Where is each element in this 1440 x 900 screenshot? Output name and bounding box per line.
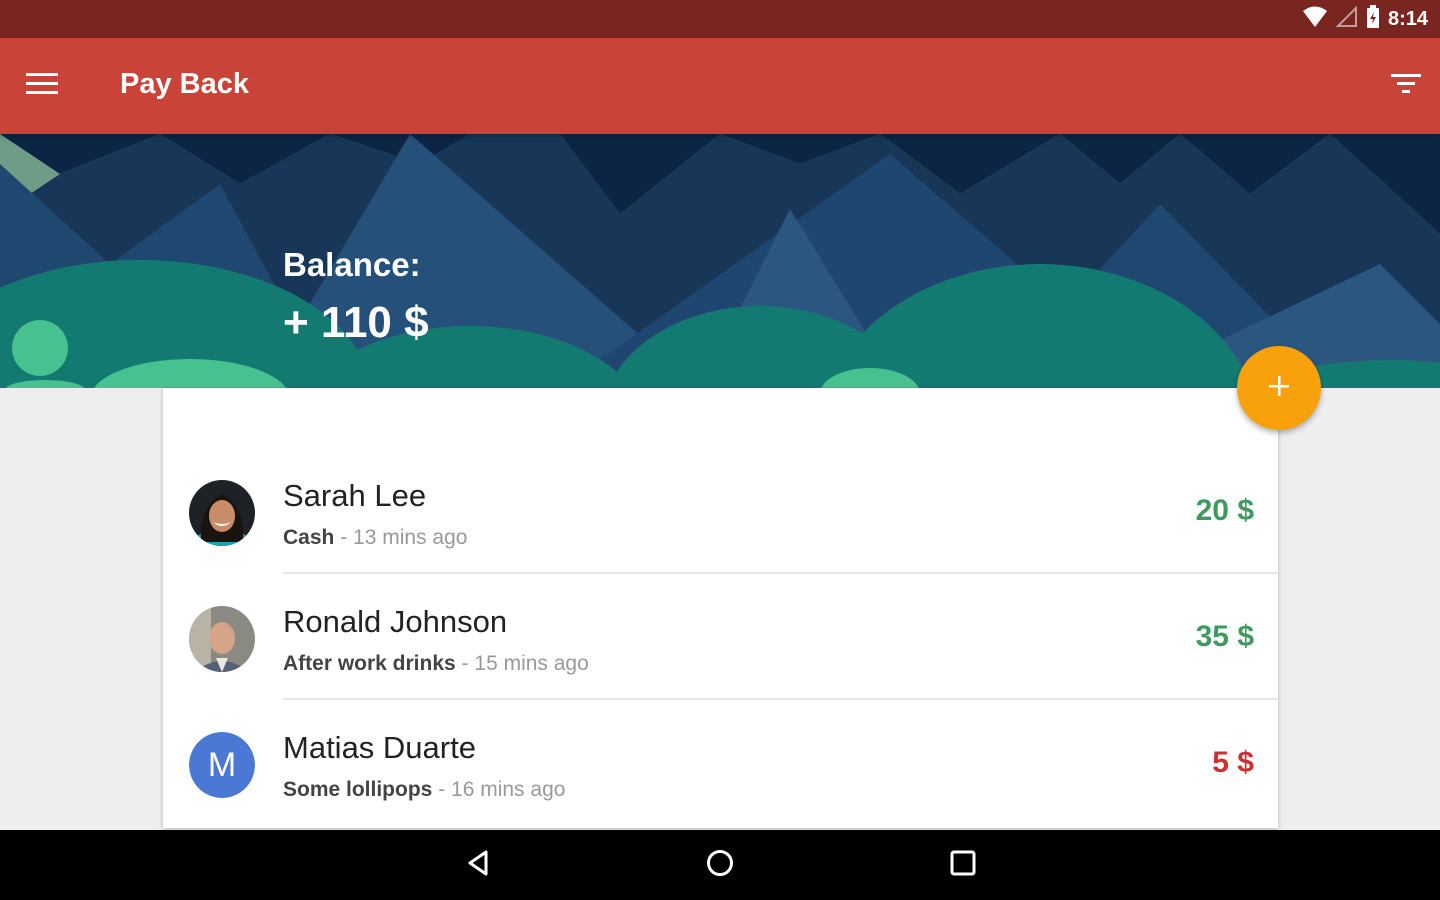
transaction-description: Cash	[283, 526, 335, 549]
recents-button[interactable]	[933, 842, 993, 888]
filter-button[interactable]	[1380, 60, 1432, 112]
transaction-amount: 35 $	[1195, 620, 1254, 653]
transaction-row-sarah-lee[interactable]: Sarah Lee Cash - 13 mins ago 20 $	[163, 448, 1278, 574]
back-button[interactable]	[448, 842, 508, 888]
transaction-time: 15 mins ago	[474, 652, 589, 675]
app-title: Pay Back	[120, 68, 249, 100]
transaction-amount: 20 $	[1195, 494, 1254, 527]
filter-icon	[1390, 72, 1422, 101]
balance-label: Balance:	[283, 246, 421, 283]
status-time: 8:14	[1387, 7, 1428, 30]
avatar	[189, 480, 255, 546]
status-bar: 8:14	[0, 0, 1440, 38]
cell-signal-icon	[1335, 5, 1358, 33]
avatar-letter: M	[189, 732, 255, 798]
home-icon	[705, 848, 735, 883]
transaction-list: Sarah Lee Cash - 13 mins ago 20 $ Ronald…	[163, 388, 1278, 828]
contact-name: Matias Duarte	[283, 730, 476, 765]
header-background-art	[0, 134, 1440, 388]
transaction-description: After work drinks	[283, 652, 456, 675]
plus-icon	[1267, 374, 1291, 403]
transaction-description: Some lollipops	[283, 778, 433, 801]
transaction-row-ronald-johnson[interactable]: Ronald Johnson After work drinks - 15 mi…	[163, 574, 1278, 700]
transaction-amount: 5 $	[1212, 746, 1254, 779]
transaction-detail: After work drinks - 15 mins ago	[283, 652, 589, 675]
wifi-icon	[1302, 6, 1328, 33]
balance-header: Balance: + 110 $	[0, 134, 1440, 388]
add-transaction-button[interactable]	[1237, 346, 1321, 430]
transaction-detail: Cash - 13 mins ago	[283, 526, 468, 549]
contact-name: Ronald Johnson	[283, 604, 508, 639]
battery-icon	[1366, 4, 1380, 34]
transaction-detail: Some lollipops - 16 mins ago	[283, 778, 566, 801]
back-icon	[463, 848, 493, 883]
recents-icon	[948, 848, 978, 883]
balance-value: + 110 $	[283, 298, 429, 347]
contact-name: Sarah Lee	[283, 478, 427, 513]
transaction-row-matias-duarte[interactable]: M Matias Duarte Some lollipops - 16 mins…	[163, 700, 1278, 826]
avatar: M	[189, 732, 255, 798]
status-icons: 8:14	[1302, 4, 1428, 34]
transaction-time: 13 mins ago	[353, 526, 468, 549]
avatar	[189, 606, 255, 672]
app-bar: Pay Back	[0, 38, 1440, 134]
home-button[interactable]	[690, 842, 750, 888]
menu-button[interactable]	[14, 58, 70, 114]
menu-icon	[26, 72, 58, 100]
navigation-bar	[0, 830, 1440, 900]
transaction-time: 16 mins ago	[451, 778, 566, 801]
